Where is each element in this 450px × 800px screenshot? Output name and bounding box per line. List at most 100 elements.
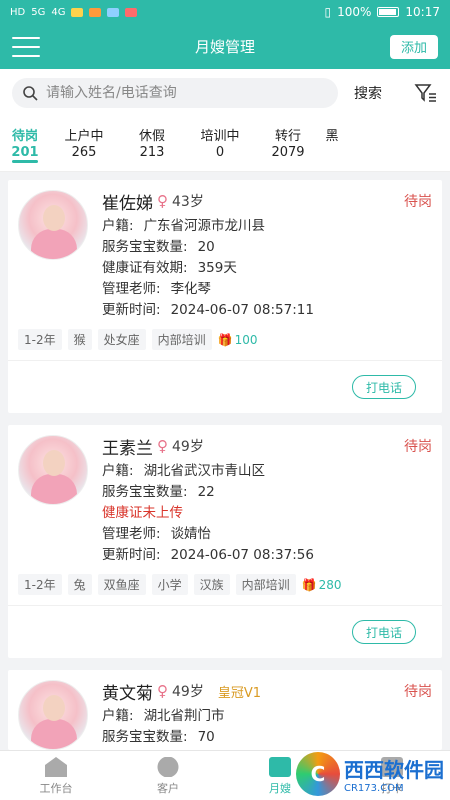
health-label: 健康证有效期: (102, 260, 188, 276)
crown-badge: 皇冠V1 (217, 685, 261, 701)
avatar (18, 435, 88, 505)
gift-points: 🎁 100 (218, 333, 258, 347)
tag: 汉族 (193, 574, 230, 595)
teacher-label: 管理老师: (102, 526, 161, 542)
gift-icon: 🎁 (301, 577, 317, 592)
hometown-label: 户籍: (102, 218, 134, 234)
babies-label: 服务宝宝数量: (102, 239, 188, 255)
page-title: 月嫂管理 (194, 38, 255, 56)
status-bar: HD 5G 4G ▯ 100% 10:17 (0, 0, 450, 24)
tag: 内部培训 (151, 329, 212, 350)
nanny-card[interactable]: 王素兰 ♀ 49岁 待岗 户籍: 湖北省武汉市青山区 服务宝宝数量: 22 健康证未… (8, 425, 442, 658)
health-value: 359天 (197, 260, 237, 276)
updated-value: 2024-06-07 08:37:56 (170, 547, 314, 563)
nanny-age: 43岁 (172, 194, 204, 210)
hometown-label: 户籍: (102, 463, 134, 479)
gift-value: 100 (234, 332, 258, 347)
tag-list: 1-2年 兔 双鱼座 小学 汉族 内部培训 🎁 280 (8, 566, 442, 606)
nanny-name: 黄文菊 (102, 683, 153, 704)
updated-label: 更新时间: (102, 547, 161, 563)
filter-icon[interactable] (414, 82, 438, 104)
tab-count: 265 (71, 145, 97, 160)
app-bar: 月嫂管理 添加 (0, 24, 450, 69)
add-button[interactable]: 添加 (390, 34, 438, 59)
nanny-list: 崔佐娣 ♀ 43岁 待岗 户籍: 广东省河源市龙川县 服务宝宝数量: 20 健康证有… (0, 180, 450, 750)
status-icons: HD 5G 4G (10, 7, 324, 18)
tag: 1-2年 (18, 574, 62, 595)
updated-value: 2024-06-07 08:57:11 (170, 302, 314, 318)
notification-icon (89, 7, 102, 17)
nanny-card[interactable]: 崔佐娣 ♀ 43岁 待岗 户籍: 广东省河源市龙川县 服务宝宝数量: 20 健康证有… (8, 180, 442, 413)
gift-value: 280 (318, 577, 342, 592)
babies-label: 服务宝宝数量: (102, 484, 188, 500)
watermark-icon: C (296, 752, 340, 796)
search-box[interactable] (12, 78, 338, 108)
babies-value: 20 (197, 239, 215, 255)
status-badge: 待岗 (404, 194, 432, 210)
gift-icon: 🎁 (217, 332, 233, 347)
tag: 处女座 (97, 329, 146, 350)
nanny-age: 49岁 (172, 439, 204, 455)
user-icon (157, 757, 179, 777)
tag-list: 1-2年 猴 处女座 内部培训 🎁 100 (8, 321, 442, 361)
call-button[interactable]: 打电话 (352, 620, 416, 644)
search-button[interactable]: 搜索 (354, 83, 382, 103)
tab-count: 0 (215, 145, 225, 160)
status-badge: 待岗 (404, 439, 432, 455)
menu-icon[interactable] (12, 36, 40, 57)
avatar (18, 190, 88, 260)
teacher-value: 李化琴 (170, 281, 212, 297)
call-button[interactable]: 打电话 (352, 375, 416, 399)
babies-value: 22 (197, 484, 215, 500)
female-icon: ♀ (157, 682, 168, 700)
tab-training[interactable]: 培训中 0 (186, 117, 254, 171)
notification-icon (71, 7, 84, 17)
tag: 猴 (67, 329, 92, 350)
search-row: 搜索 (0, 69, 450, 117)
hometown-value: 湖北省武汉市青山区 (143, 463, 266, 479)
tab-vacation[interactable]: 休假 213 (118, 117, 186, 171)
tab-in-service[interactable]: 上户中 265 (50, 117, 118, 171)
nav-workbench[interactable]: 工作台 (0, 751, 112, 800)
babies-value: 70 (197, 729, 215, 745)
tab-label: 培训中 (200, 129, 240, 144)
updated-label: 更新时间: (102, 302, 161, 318)
tag: 小学 (151, 574, 188, 595)
nanny-name: 王素兰 (102, 438, 153, 459)
hometown-value: 广东省河源市龙川县 (143, 218, 266, 234)
watermark-text: 西西软件园 (344, 758, 444, 782)
tab-count: 201 (11, 145, 39, 160)
tab-label: 待岗 (11, 129, 38, 144)
battery-percent: 100% (337, 5, 372, 19)
tag: 内部培训 (235, 574, 296, 595)
tag: 双鱼座 (97, 574, 146, 595)
nav-customers[interactable]: 客户 (112, 751, 224, 800)
teacher-value: 谈婧怡 (170, 526, 212, 542)
nav-label: 月嫂 (269, 782, 291, 795)
tab-count: 2079 (271, 145, 305, 160)
nav-label: 工作台 (39, 782, 73, 795)
watermark-logo: C 西西软件园 CR173.COM (296, 752, 444, 796)
status-badge: 待岗 (404, 684, 432, 700)
female-icon: ♀ (157, 192, 168, 210)
tab-count: 213 (139, 145, 165, 160)
tab-transferred[interactable]: 转行 2079 (254, 117, 322, 171)
tab-label: 转行 (274, 129, 301, 144)
watermark-subtext: CR173.COM (344, 783, 404, 794)
tag: 兔 (67, 574, 92, 595)
nanny-name: 崔佐娣 (102, 193, 153, 214)
nanny-card[interactable]: 黄文菊 ♀ 49岁 皇冠V1 待岗 户籍: 湖北省荆门市 服务宝宝数量: 70 (8, 670, 442, 750)
tab-waiting[interactable]: 待岗 201 (0, 117, 50, 171)
health-warning: 健康证未上传 (102, 505, 183, 521)
tab-blacklist[interactable]: 黑 (322, 117, 342, 171)
tag: 1-2年 (18, 329, 62, 350)
notification-icon (107, 7, 120, 17)
gift-points: 🎁 280 (302, 578, 342, 592)
clock: 10:17 (405, 5, 440, 19)
tab-label: 黑 (325, 129, 339, 144)
tab-label: 上户中 (64, 129, 104, 144)
home-icon (45, 757, 67, 777)
hometown-value: 湖北省荆门市 (143, 708, 225, 724)
battery-icon (377, 7, 400, 17)
search-input[interactable] (46, 85, 328, 101)
